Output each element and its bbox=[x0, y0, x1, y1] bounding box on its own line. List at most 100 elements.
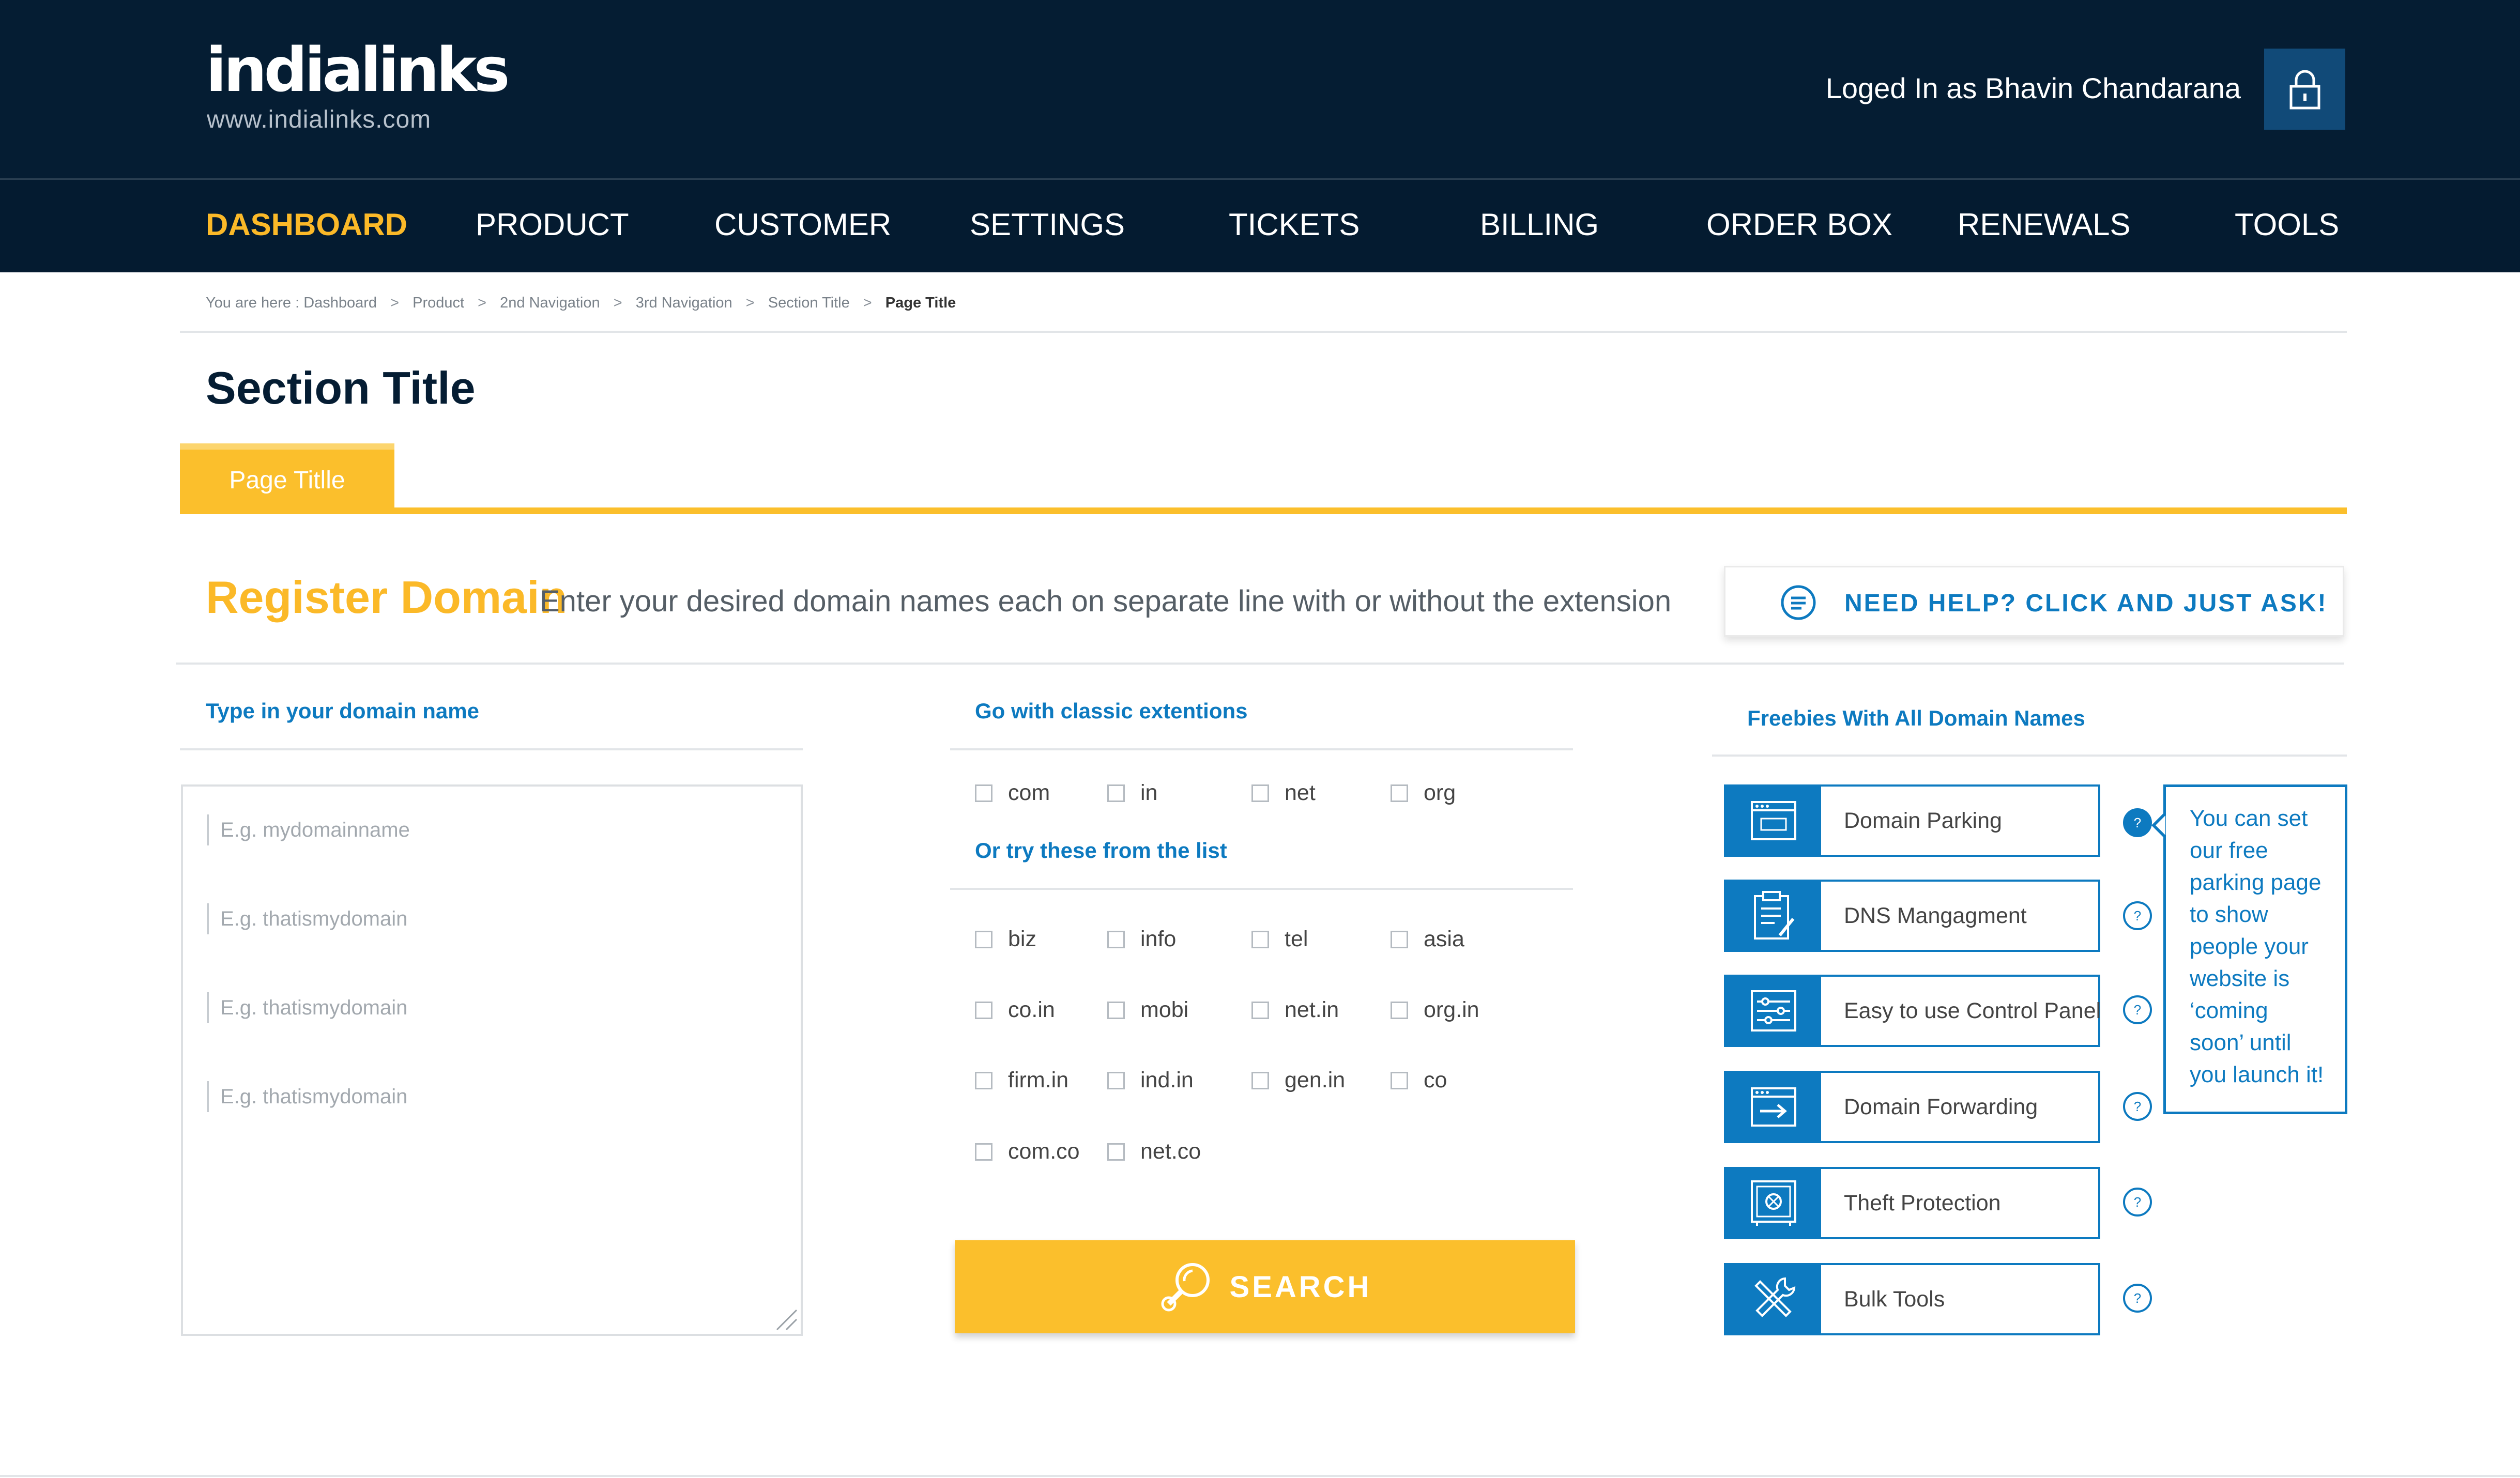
need-help-button[interactable]: NEED HELP? CLICK AND JUST ASK! bbox=[1724, 566, 2344, 637]
divider bbox=[180, 331, 2347, 333]
help-question-icon[interactable]: ? bbox=[2123, 808, 2152, 837]
ext-co[interactable]: co bbox=[1391, 1068, 1447, 1093]
checkbox[interactable] bbox=[1107, 1071, 1125, 1089]
checkbox[interactable] bbox=[1107, 784, 1125, 802]
divider bbox=[176, 663, 2344, 665]
ext-asia[interactable]: asia bbox=[1391, 927, 1464, 952]
ext-info[interactable]: info bbox=[1107, 927, 1176, 952]
ext-label: org bbox=[1424, 780, 1456, 805]
ext-mobi[interactable]: mobi bbox=[1107, 997, 1188, 1023]
domain-names-textarea[interactable]: E.g. mydomainname E.g. thatismydomain E.… bbox=[181, 784, 803, 1336]
ext-label: com bbox=[1008, 780, 1050, 805]
logout-button[interactable] bbox=[2264, 49, 2345, 130]
forwarding-icon bbox=[1726, 1073, 1821, 1141]
ext-com[interactable]: com bbox=[975, 780, 1050, 806]
breadcrumb-item[interactable]: 2nd Navigation bbox=[500, 295, 600, 311]
ext-label: ind.in bbox=[1140, 1068, 1194, 1092]
help-question-icon[interactable]: ? bbox=[2123, 1284, 2152, 1313]
checkbox[interactable] bbox=[975, 1071, 992, 1089]
freebies-heading: Freebies With All Domain Names bbox=[1747, 706, 2085, 730]
breadcrumb-item[interactable]: 3rd Navigation bbox=[636, 295, 732, 311]
breadcrumb-item[interactable]: Section Title bbox=[768, 295, 850, 311]
breadcrumb-prefix: You are here : bbox=[206, 295, 300, 311]
breadcrumb-item[interactable]: Dashboard bbox=[303, 295, 377, 311]
freebie-label: Easy to use Control Panel bbox=[1844, 998, 2101, 1023]
ext-label: co.in bbox=[1008, 997, 1055, 1022]
ext-org-in[interactable]: org.in bbox=[1391, 997, 1479, 1023]
ext-label: co bbox=[1424, 1068, 1447, 1092]
checkbox[interactable] bbox=[1107, 1143, 1125, 1161]
ext-label: net bbox=[1285, 780, 1316, 805]
checkbox[interactable] bbox=[975, 1143, 992, 1161]
classic-extensions-heading: Go with classic extentions bbox=[975, 699, 1248, 723]
checkbox[interactable] bbox=[1107, 930, 1125, 948]
ext-net-co[interactable]: net.co bbox=[1107, 1139, 1201, 1164]
freebie-domain-parking[interactable]: Domain Parking bbox=[1724, 784, 2100, 857]
checkbox[interactable] bbox=[975, 1001, 992, 1019]
checkbox[interactable] bbox=[1251, 930, 1269, 948]
ext-net-in[interactable]: net.in bbox=[1251, 997, 1339, 1023]
ext-firm-in[interactable]: firm.in bbox=[975, 1068, 1068, 1093]
ext-label: org.in bbox=[1424, 997, 1479, 1022]
chat-icon bbox=[1781, 585, 1816, 620]
freebie-dns-management[interactable]: DNS Mangagment bbox=[1724, 880, 2100, 952]
nav-dashboard[interactable]: DASHBOARD bbox=[206, 207, 407, 242]
domain-placeholder: E.g. thatismydomain bbox=[207, 1081, 407, 1112]
checkbox[interactable] bbox=[1251, 784, 1269, 802]
checkbox[interactable] bbox=[1251, 1071, 1269, 1089]
nav-settings[interactable]: SETTINGS bbox=[970, 207, 1125, 242]
ext-tel[interactable]: tel bbox=[1251, 927, 1308, 952]
help-question-icon[interactable]: ? bbox=[2123, 1092, 2152, 1121]
brand-logo[interactable]: indialinks bbox=[206, 39, 510, 100]
ext-com-co[interactable]: com.co bbox=[975, 1139, 1080, 1164]
register-domain-subtitle: Enter your desired domain names each on … bbox=[540, 584, 1672, 618]
nav-product[interactable]: PRODUCT bbox=[476, 207, 629, 242]
nav-billing[interactable]: BILLING bbox=[1480, 207, 1599, 242]
domain-input-heading: Type in your domain name bbox=[206, 699, 479, 723]
checkbox[interactable] bbox=[1391, 1001, 1408, 1019]
checkbox[interactable] bbox=[975, 930, 992, 948]
chevron-right-icon: > bbox=[390, 295, 400, 311]
nav-tools[interactable]: TOOLS bbox=[2235, 207, 2339, 242]
search-button[interactable]: SEARCH bbox=[955, 1240, 1575, 1333]
resize-handle-icon[interactable] bbox=[774, 1307, 799, 1332]
tab-page-title[interactable]: Page Titlle bbox=[180, 443, 394, 511]
ext-label: in bbox=[1140, 780, 1158, 805]
chevron-right-icon: > bbox=[613, 295, 622, 311]
checkbox[interactable] bbox=[975, 784, 992, 802]
divider bbox=[950, 888, 1573, 890]
top-header: indialinks www.indialinks.com Loged In a… bbox=[0, 0, 2520, 178]
lock-icon bbox=[2289, 70, 2320, 109]
ext-org[interactable]: org bbox=[1391, 780, 1456, 806]
ext-label: tel bbox=[1285, 927, 1308, 951]
tools-icon bbox=[1726, 1265, 1821, 1333]
ext-gen-in[interactable]: gen.in bbox=[1251, 1068, 1345, 1093]
nav-tickets[interactable]: TICKETS bbox=[1229, 207, 1360, 242]
ext-label: biz bbox=[1008, 927, 1036, 951]
ext-net[interactable]: net bbox=[1251, 780, 1316, 806]
need-help-label: NEED HELP? CLICK AND JUST ASK! bbox=[1844, 590, 2328, 617]
breadcrumb-item[interactable]: Product bbox=[413, 295, 464, 311]
help-question-icon[interactable]: ? bbox=[2123, 1188, 2152, 1217]
help-question-icon[interactable]: ? bbox=[2123, 995, 2152, 1024]
ext-co-in[interactable]: co.in bbox=[975, 997, 1055, 1023]
more-extensions-heading: Or try these from the list bbox=[975, 838, 1227, 863]
domain-placeholder: E.g. thatismydomain bbox=[207, 992, 407, 1023]
checkbox[interactable] bbox=[1107, 1001, 1125, 1019]
divider bbox=[180, 748, 803, 750]
ext-in[interactable]: in bbox=[1107, 780, 1157, 806]
nav-order-box[interactable]: ORDER BOX bbox=[1706, 207, 1892, 242]
freebie-bulk-tools[interactable]: Bulk Tools bbox=[1724, 1263, 2100, 1335]
help-question-icon[interactable]: ? bbox=[2123, 901, 2152, 930]
nav-renewals[interactable]: RENEWALS bbox=[1958, 207, 2131, 242]
freebie-domain-forwarding[interactable]: Domain Forwarding bbox=[1724, 1071, 2100, 1143]
checkbox[interactable] bbox=[1391, 930, 1408, 948]
checkbox[interactable] bbox=[1391, 1071, 1408, 1089]
freebie-theft-protection[interactable]: Theft Protection bbox=[1724, 1167, 2100, 1239]
ext-biz[interactable]: biz bbox=[975, 927, 1036, 952]
checkbox[interactable] bbox=[1251, 1001, 1269, 1019]
nav-customer[interactable]: CUSTOMER bbox=[714, 207, 891, 242]
ext-ind-in[interactable]: ind.in bbox=[1107, 1068, 1194, 1093]
freebie-control-panel[interactable]: Easy to use Control Panel bbox=[1724, 975, 2101, 1047]
checkbox[interactable] bbox=[1391, 784, 1408, 802]
